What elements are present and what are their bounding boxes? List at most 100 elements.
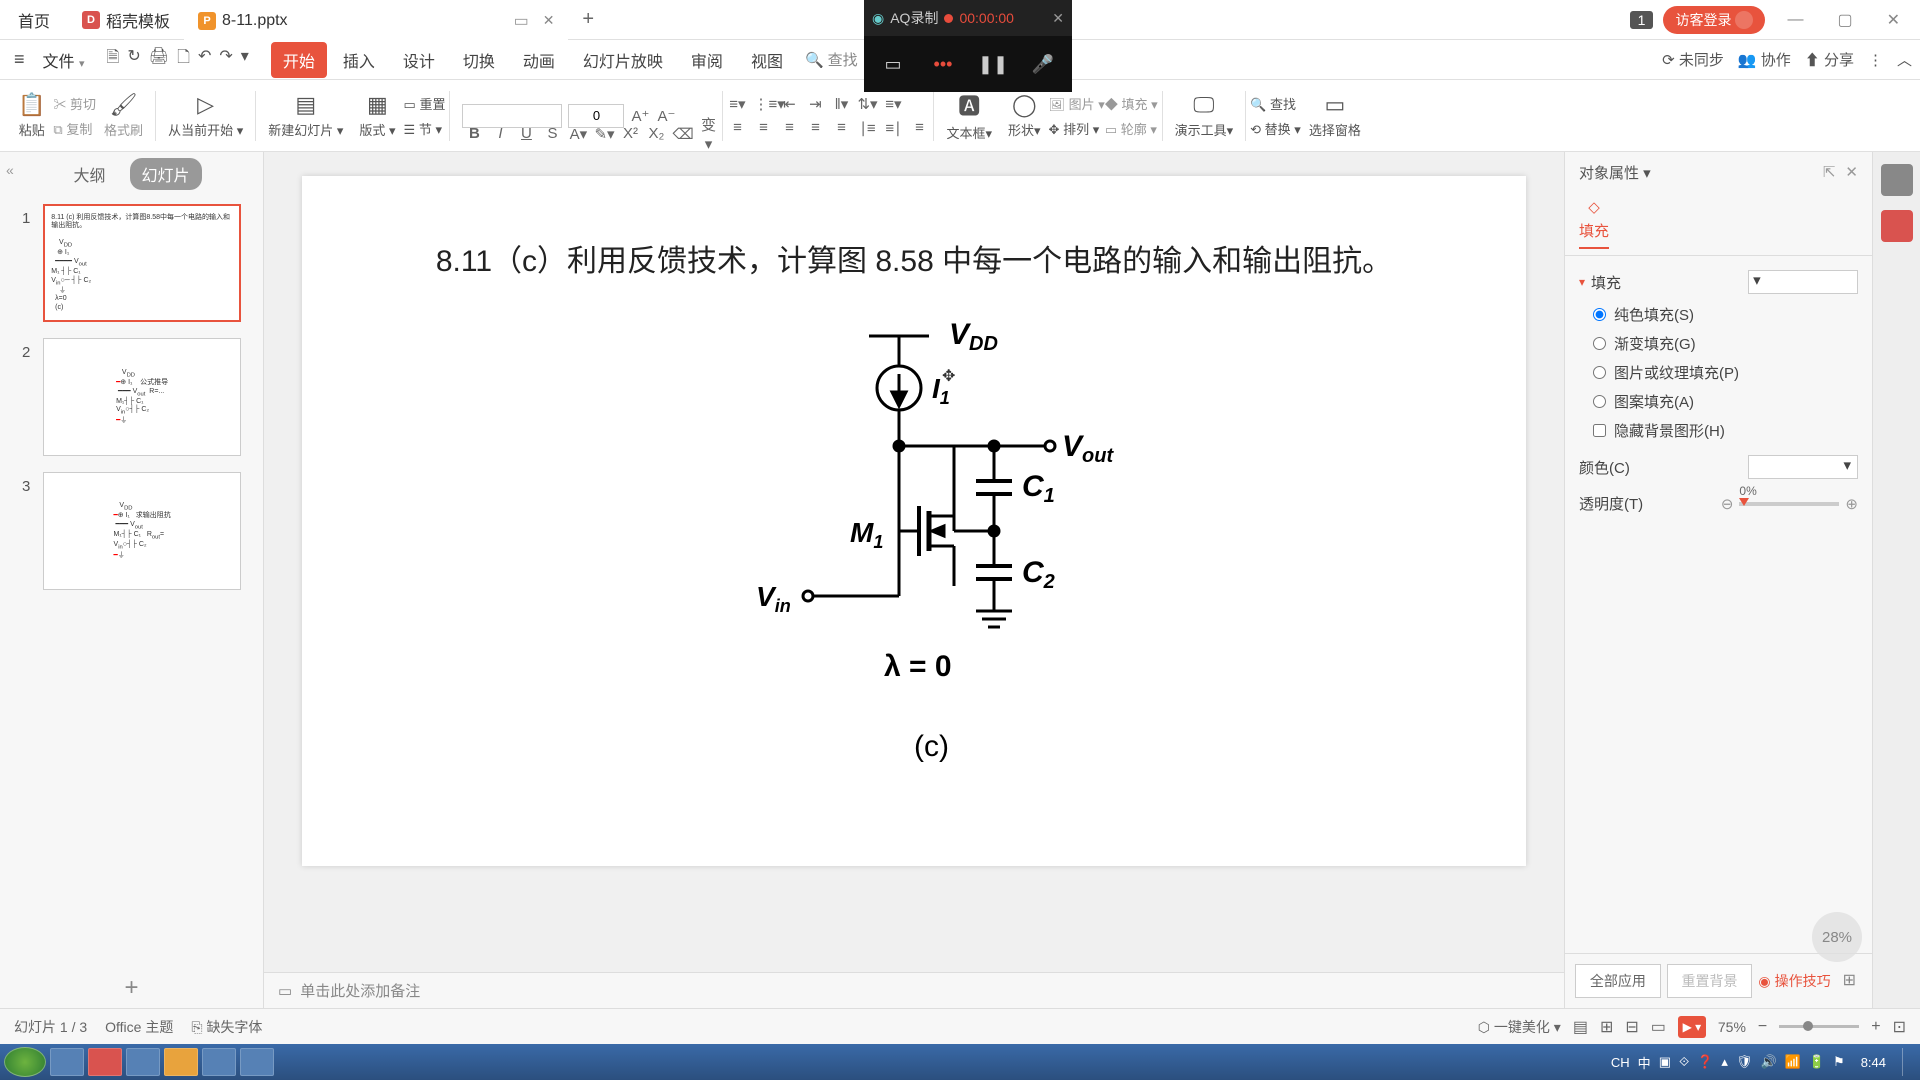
slideshow-button[interactable]: ▶ ▾ [1678, 1016, 1706, 1038]
tools-button[interactable]: 🖵 演示工具▾ [1167, 80, 1242, 151]
ind3-icon[interactable]: ≡ [909, 119, 929, 136]
radio-pattern[interactable]: 图案填充(A) [1593, 391, 1858, 412]
view-grid-icon[interactable]: ⊟ [1625, 1017, 1638, 1037]
tab-home[interactable]: 首页 [0, 0, 68, 40]
add-tab-button[interactable]: + [568, 8, 608, 31]
zoom-slider[interactable] [1779, 1025, 1859, 1028]
task-5[interactable] [202, 1048, 236, 1076]
slide[interactable]: 8.11（c）利用反馈技术，计算图 8.58 中每一个电路的输入和输出阻抗。 [302, 176, 1526, 866]
find-button[interactable]: 🔍 查找 [1250, 94, 1301, 113]
super-icon[interactable]: X² [620, 125, 640, 142]
tray-vol-icon[interactable]: 🔊 [1760, 1054, 1776, 1070]
contour-button[interactable]: ▭ 轮廓 ▾ [1105, 119, 1158, 138]
tab-template[interactable]: D 稻壳模板 [68, 0, 184, 40]
arrange-button[interactable]: ✥ 排列 ▾ [1049, 119, 1105, 138]
beautify-button[interactable]: ⬡ 一键美化 ▾ [1478, 1017, 1561, 1037]
align-dist-icon[interactable]: ≡ [831, 119, 851, 136]
close-tab-icon[interactable]: ✕ [543, 12, 555, 29]
redo-icon[interactable]: ↷ [219, 46, 232, 73]
undo-icon[interactable]: ↶ [198, 46, 211, 73]
preview-icon[interactable]: 🗋 [177, 46, 190, 73]
align-center-icon[interactable]: ≡ [753, 119, 773, 136]
search-box[interactable]: 🔍 查找 [805, 49, 858, 70]
restore-icon[interactable]: ▭ [514, 11, 529, 31]
close-icon[interactable]: ✕ [1875, 4, 1912, 36]
clear-format-icon[interactable]: ⌫ [672, 125, 692, 143]
save-icon[interactable]: 🗎 [107, 46, 120, 73]
bullets-icon[interactable]: ≡▾ [727, 95, 747, 113]
bold-icon[interactable]: B [464, 125, 484, 142]
float-badge[interactable]: 28% [1812, 912, 1862, 962]
tray-flag-icon[interactable]: ⚑ [1833, 1054, 1845, 1070]
rec-more-icon[interactable]: ••• [930, 51, 956, 77]
print-icon[interactable]: ↻ [127, 46, 140, 73]
image-button[interactable]: 🖼 图片 ▾ [1049, 94, 1105, 113]
font-color-icon[interactable]: A▾ [568, 125, 588, 143]
tab-design[interactable]: 设计 [391, 42, 447, 78]
highlight-icon[interactable]: ✎▾ [594, 125, 614, 143]
tab-transition[interactable]: 切换 [451, 42, 507, 78]
radio-picture[interactable]: 图片或纹理填充(P) [1593, 362, 1858, 383]
color-picker[interactable]: ▾ [1748, 455, 1858, 479]
fill-preview[interactable]: ▾ [1748, 270, 1858, 294]
radio-gradient[interactable]: 渐变填充(G) [1593, 333, 1858, 354]
new-slide-button[interactable]: ▤ 新建幻灯片 ▾ [260, 80, 351, 151]
trans-inc[interactable]: ⊕ [1845, 495, 1858, 513]
tray-shield-icon[interactable]: 🛡 [1736, 1054, 1753, 1070]
task-6[interactable] [240, 1048, 274, 1076]
tab-review[interactable]: 审阅 [679, 42, 735, 78]
clock[interactable]: 8:44 [1853, 1055, 1894, 1070]
notes-bar[interactable]: ▭ 单击此处添加备注 [264, 972, 1564, 1008]
sub-icon[interactable]: X₂ [646, 125, 666, 142]
rec-mic-icon[interactable]: 🎤 [1030, 51, 1056, 77]
tray-net-icon[interactable]: 📶 [1785, 1054, 1801, 1070]
format-painter[interactable]: 🖌 格式刷 [96, 80, 151, 151]
line-space-icon[interactable]: ‖▾ [831, 95, 851, 113]
char-icon[interactable]: 变▾ [698, 114, 718, 153]
tray-3-icon[interactable]: ❓ [1697, 1054, 1713, 1070]
rec-pause-icon[interactable]: ❚❚ [980, 51, 1006, 77]
section-arrow-icon[interactable]: ▾ [1579, 275, 1585, 289]
align-right-icon[interactable]: ≡ [779, 119, 799, 136]
hamburger-icon[interactable]: ≡ [8, 49, 31, 70]
panel-tab-fill[interactable]: ◇ 填充 [1579, 198, 1609, 249]
numbering-icon[interactable]: ⋮≡▾ [753, 95, 773, 113]
show-desktop[interactable] [1902, 1048, 1912, 1076]
task-1[interactable] [50, 1048, 84, 1076]
menu-more-icon[interactable]: ⋮ [1868, 51, 1883, 69]
strike-icon[interactable]: S [542, 125, 562, 142]
tray-batt-icon[interactable]: 🔋 [1809, 1054, 1825, 1070]
layout-button[interactable]: ▦ 版式 ▾ [351, 80, 403, 151]
minimize-icon[interactable]: — [1775, 5, 1815, 35]
notification-badge[interactable]: 1 [1630, 11, 1654, 29]
panel-close-icon[interactable]: ✕ [1845, 163, 1858, 181]
tab-view[interactable]: 视图 [739, 42, 795, 78]
indent-dec-icon[interactable]: ⇤ [779, 95, 799, 113]
tab-slides[interactable]: 幻灯片 [130, 158, 202, 190]
align-left-icon[interactable]: ≡ [727, 119, 747, 136]
tab-insert[interactable]: 插入 [331, 42, 387, 78]
start-button[interactable] [4, 1047, 46, 1077]
task-4[interactable] [164, 1048, 198, 1076]
section-button[interactable]: ☰ 节 ▾ [404, 119, 446, 138]
view-sorter-icon[interactable]: ⊞ [1600, 1017, 1613, 1037]
tab-slideshow[interactable]: 幻灯片放映 [571, 42, 675, 78]
tray-arrow-icon[interactable]: ▴ [1721, 1054, 1728, 1070]
thumb-3[interactable]: VDD━⊕ I₁ 求输出阻抗 ━━━ VoutM₁┤├ C₁ Rout=Vin○… [43, 472, 241, 590]
reset-button[interactable]: ▭ 重置 [404, 94, 446, 113]
share-button[interactable]: ⬆ 分享 [1805, 49, 1854, 70]
thumb-1[interactable]: 8.11 (c) 利用反馈技术，计算图8.58中每一个电路的输入和输出阻抗。 V… [43, 204, 241, 322]
lang-indicator[interactable]: CH [1611, 1055, 1630, 1070]
view-normal-icon[interactable]: ▤ [1573, 1017, 1588, 1037]
view-reading-icon[interactable]: ▭ [1651, 1017, 1666, 1037]
cut-button[interactable]: ✂ 剪切 [53, 94, 96, 113]
add-slide-button[interactable]: + [0, 968, 263, 1008]
replace-button[interactable]: ⟲ 替换 ▾ [1250, 119, 1301, 138]
tips-link[interactable]: ◉操作技巧 [1758, 964, 1830, 998]
check-hide-bg[interactable]: 隐藏背景图形(H) [1593, 420, 1858, 441]
zoom-in-icon[interactable]: + [1871, 1018, 1880, 1036]
collab-button[interactable]: 👥 协作 [1738, 49, 1791, 70]
tray-2-icon[interactable]: ⟐ [1679, 1054, 1689, 1070]
rec-close-icon[interactable]: ✕ [1052, 10, 1064, 27]
ime-indicator[interactable]: 中 [1638, 1053, 1651, 1072]
